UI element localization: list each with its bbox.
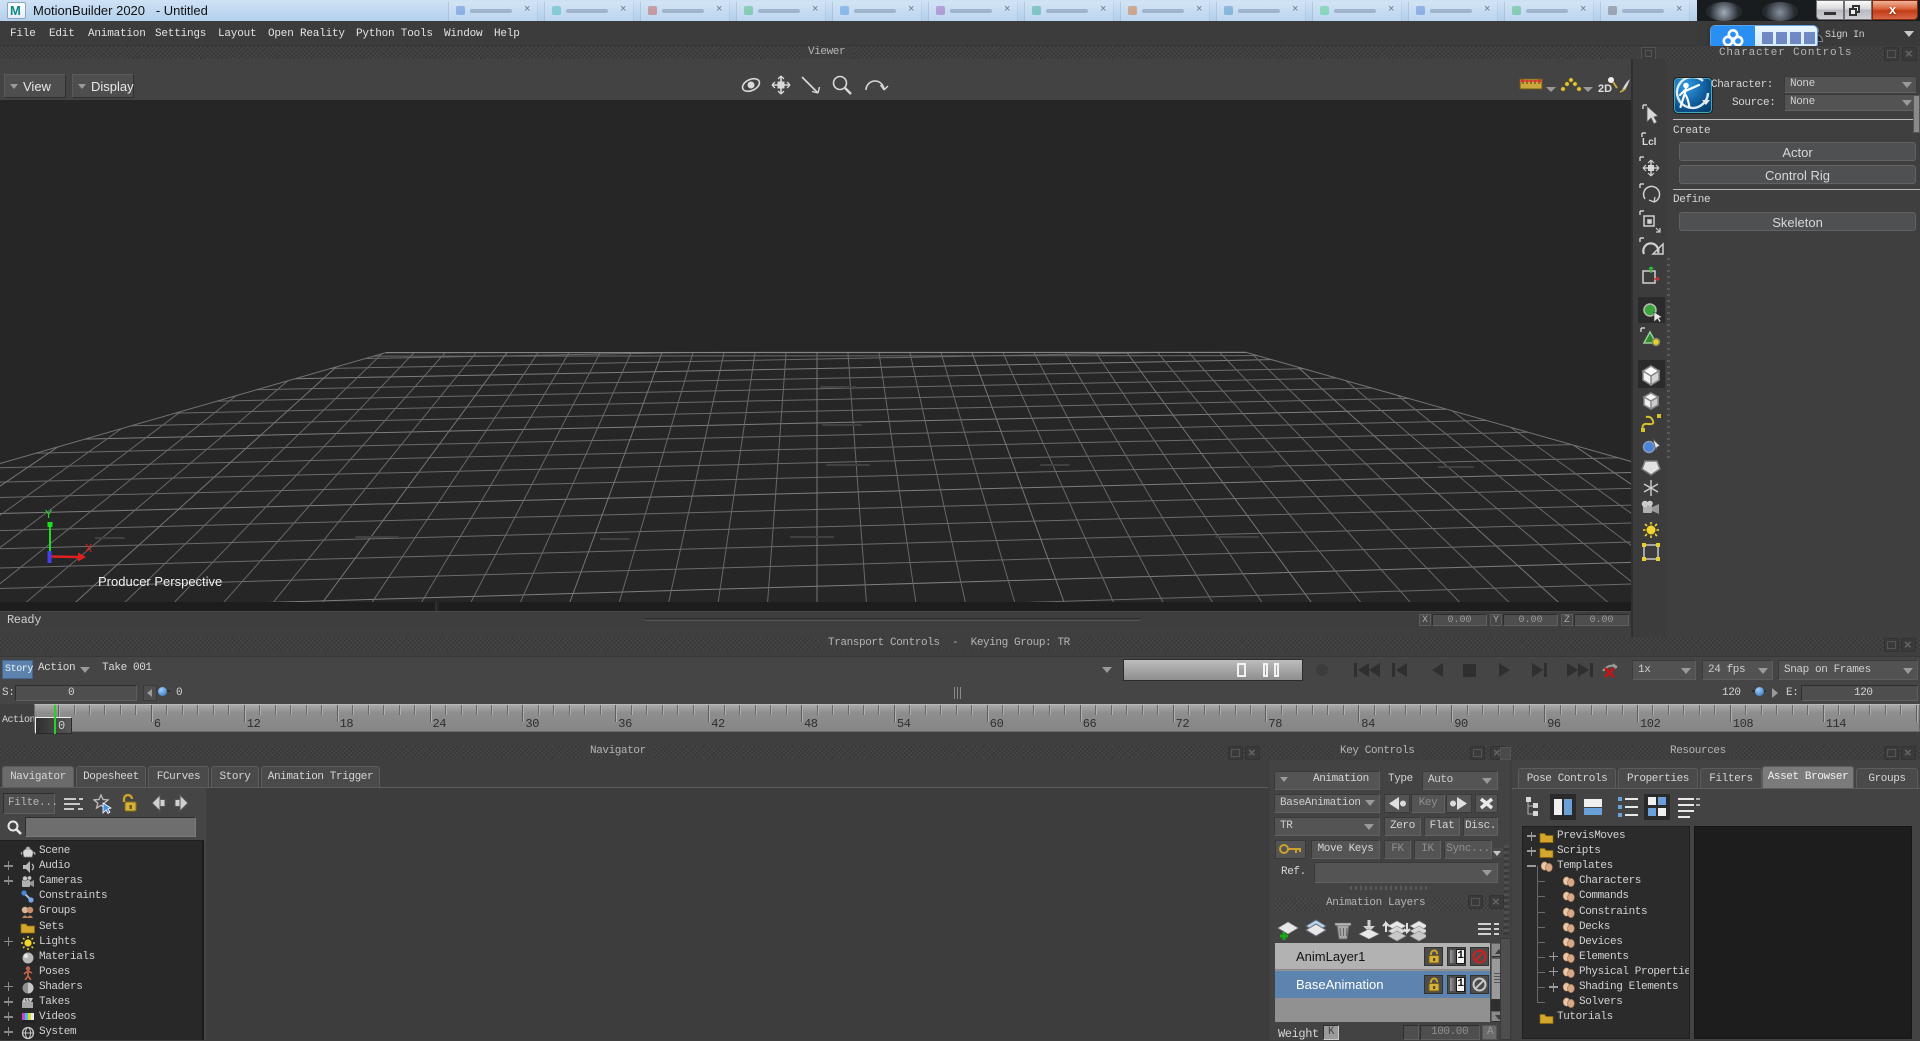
svg-text:X: X: [85, 542, 92, 556]
svg-text:Lcl: Lcl: [1642, 137, 1657, 148]
svg-text:Y: Y: [45, 508, 52, 522]
svg-text:2D: 2D: [1598, 83, 1612, 95]
